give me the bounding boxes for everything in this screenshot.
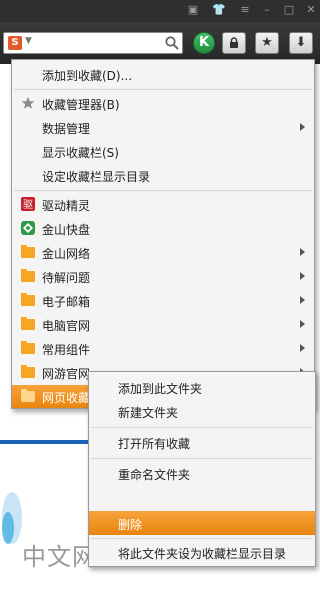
menu-item-label: 添加到收藏(D)... [42,69,133,83]
menu-separator [14,89,312,90]
menu-item-folder-pc-sites[interactable]: 电脑官网 [12,313,314,336]
folder-icon [21,317,35,330]
submenu-item-label: 重命名文件夹 [118,468,191,482]
menu-item-label: 电子邮箱 [42,295,91,309]
submenu-item-label: 将此文件夹设为收藏栏显示目录 [118,547,287,561]
favorites-button[interactable]: ★ [255,32,279,54]
menu-item-folder-common-components[interactable]: 常用组件 [12,337,314,360]
menu-separator [91,458,313,459]
menu-item-label: 金山快盘 [42,223,91,237]
star-icon [21,97,35,109]
menu-item-label: 收藏管理器(B) [42,98,120,112]
menu-item-folder-kingsoft-network[interactable]: 金山网络 [12,241,314,264]
menu-item-driver-genius[interactable]: 驱 驱动精灵 [12,193,314,216]
download-button[interactable]: ⬇ [289,32,313,54]
search-box[interactable]: S ▼ [3,32,183,54]
menu-item-label: 网游官网 [42,367,91,381]
maximize-icon[interactable]: □ [282,3,296,17]
folder-submenu: 添加到此文件夹 新建文件夹 打开所有收藏 重命名文件夹 删除 将此文件夹设为收藏… [88,371,316,567]
menu-item-label: 电脑官网 [42,319,91,333]
shirt-icon[interactable]: 👕 [212,3,226,17]
page-header-band [0,440,90,444]
menu-item-label: 金山网络 [42,247,91,261]
kingsoft-k-button[interactable]: K [193,32,215,54]
submenu-arrow-icon [300,123,305,131]
folder-icon [21,269,35,282]
submenu-arrow-icon [300,320,305,328]
driver-genius-icon: 驱 [21,197,35,211]
search-icon[interactable] [164,35,180,51]
svg-text:驱: 驱 [23,199,33,211]
submenu-item-set-as-bar-directory[interactable]: 将此文件夹设为收藏栏显示目录 [89,540,315,564]
window-title-bar: ▣ 👕 ≡ – □ ✕ [0,0,320,22]
menu-separator [14,190,312,191]
lock-button[interactable] [222,32,246,54]
favorites-menu: 添加到收藏(D)... 收藏管理器(B) 数据管理 显示收藏栏(S) 设定收藏栏… [11,59,315,409]
menu-item-add-to-favorites[interactable]: 添加到收藏(D)... [12,63,314,86]
menu-item-favorites-manager[interactable]: 收藏管理器(B) [12,92,314,115]
menu-item-label: 常用组件 [42,343,91,357]
menu-icon[interactable]: ≡ [238,3,252,17]
menu-separator [91,427,313,428]
submenu-item-label: 删除 [118,518,143,532]
folder-icon [21,293,35,306]
menu-item-label: 网页收藏 [42,391,91,405]
download-icon: ⬇ [295,35,307,50]
submenu-item-open-all[interactable]: 打开所有收藏 [89,430,315,454]
chevron-down-icon[interactable]: ▼ [25,36,32,46]
menu-item-show-favorites-bar[interactable]: 显示收藏栏(S) [12,140,314,163]
kingsoft-kuaipan-icon [21,221,35,235]
submenu-arrow-icon [300,248,305,256]
menu-separator [91,538,313,539]
folder-icon [21,341,35,354]
submenu-item-label: 添加到此文件夹 [118,382,203,396]
submenu-item-label: 新建文件夹 [118,406,179,420]
submenu-arrow-icon [300,344,305,352]
page-site-name: 中文网 [22,543,97,571]
menu-item-kingsoft-kuaipan[interactable]: 金山快盘 [12,217,314,240]
close-icon[interactable]: ✕ [304,3,318,17]
submenu-item-rename-folder[interactable]: 重命名文件夹 [89,461,315,485]
menu-item-label: 待解问题 [42,271,91,285]
menu-item-folder-email[interactable]: 电子邮箱 [12,289,314,312]
menu-item-label: 数据管理 [42,122,91,136]
search-engine-icon[interactable]: S [8,36,22,50]
submenu-item-add-to-folder[interactable]: 添加到此文件夹 [89,375,315,399]
lock-icon [230,37,238,48]
menu-item-label: 显示收藏栏(S) [42,146,119,160]
submenu-item-label: 打开所有收藏 [118,437,191,451]
folder-icon [21,389,35,402]
menu-item-label: 驱动精灵 [42,199,91,213]
submenu-arrow-icon [300,272,305,280]
menu-item-folder-pending-issues[interactable]: 待解问题 [12,265,314,288]
folder-icon [21,365,35,378]
menu-item-label: 设定收藏栏显示目录 [42,170,151,184]
minimize-icon[interactable]: – [260,3,274,17]
skin-icon[interactable]: ▣ [186,3,200,17]
menu-item-set-bar-directory[interactable]: 设定收藏栏显示目录 [12,164,314,187]
submenu-item-delete[interactable]: 删除 [89,511,315,535]
menu-item-data-management[interactable]: 数据管理 [12,116,314,139]
folder-icon [21,245,35,258]
browser-toolbar: S ▼ K ★ ⬇ [0,22,320,64]
submenu-arrow-icon [300,296,305,304]
submenu-item-new-folder[interactable]: 新建文件夹 [89,399,315,423]
star-icon: ★ [261,35,273,50]
